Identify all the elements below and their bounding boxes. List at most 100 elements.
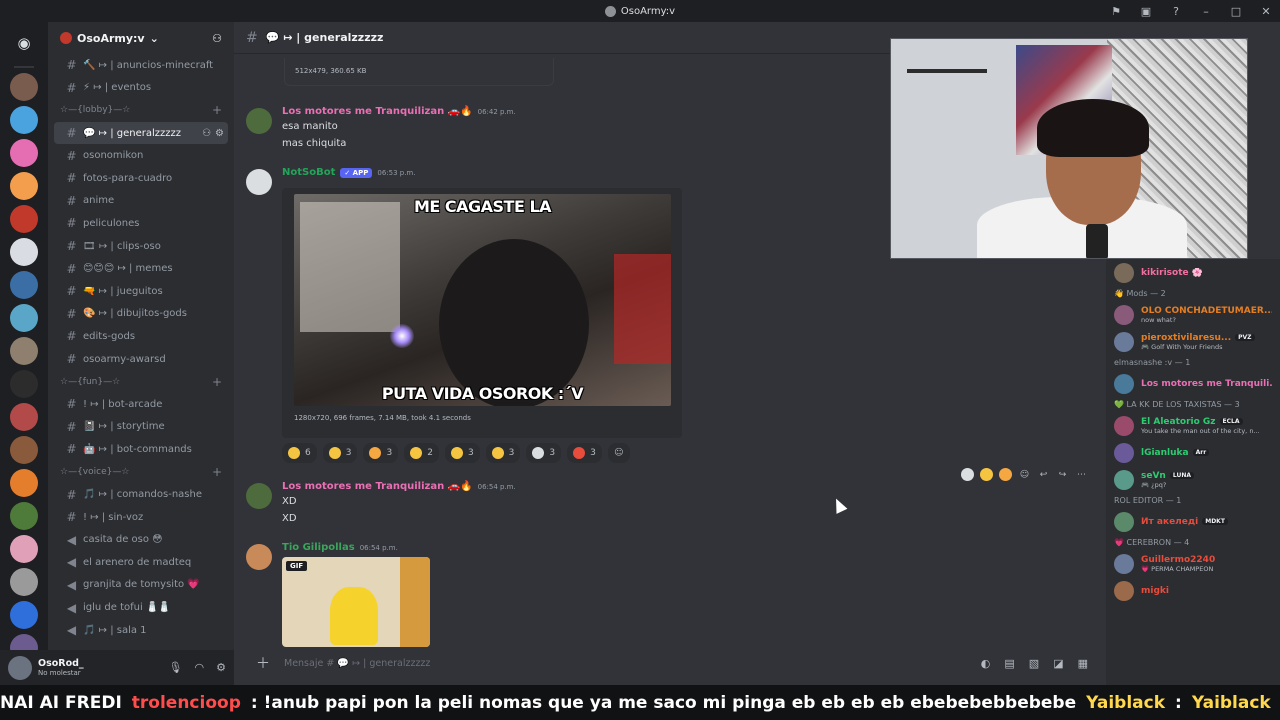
server-icon[interactable] [10,370,38,398]
voice-channel[interactable]: ◀ 🎵 ↦ | sala 1 [54,619,228,642]
sticker-icon[interactable]: ◪ [1053,657,1063,670]
server-icon[interactable] [10,502,38,530]
member-item[interactable]: lGianluka Arr [1106,439,1280,466]
text-channel[interactable]: # 🤖 ↦ | bot-commands [54,438,228,461]
microphone-icon[interactable]: 🎙︎ [169,661,183,674]
add-channel-icon[interactable]: + [212,465,222,479]
text-channel[interactable]: # ⚡ ↦ | eventos [54,77,228,100]
author-avatar[interactable] [246,169,272,195]
hands-reaction-icon[interactable] [999,468,1012,481]
server-icon[interactable] [10,205,38,233]
server-icon[interactable] [10,436,38,464]
server-icon[interactable] [10,106,38,134]
server-icon[interactable] [10,238,38,266]
server-icon[interactable] [10,271,38,299]
reply-icon[interactable]: ↩ [1037,468,1050,481]
guild-header[interactable]: OsoArmy:v ⌄ ⚇ [48,22,234,54]
member-item[interactable]: seVn LUNA 🎮 ¿pq? [1106,466,1280,493]
server-icon[interactable] [10,172,38,200]
discord-home-icon[interactable]: ◉ [9,28,39,58]
text-channel[interactable]: # 🎨 ↦ | dibujitos-gods [54,303,228,326]
close-icon[interactable]: ✕ [1258,3,1274,19]
text-channel[interactable]: # fotos-para-cuadro [54,167,228,190]
author-avatar[interactable] [246,544,272,570]
reaction[interactable]: 6 [282,443,317,463]
add-reaction-icon[interactable]: ☺ [1018,468,1031,481]
channel-category[interactable]: ☆—{fun}—☆ + [48,370,234,393]
skull-reaction-icon[interactable] [961,468,974,481]
laugh-reaction-icon[interactable] [980,468,993,481]
server-icon[interactable] [10,535,38,563]
text-channel[interactable]: # 💬 ↦ | generalzzzzz ⚇ ⚙ [54,121,228,145]
maximize-icon[interactable]: □ [1228,3,1244,19]
activity-icon[interactable]: ◐ [981,657,991,670]
voice-channel[interactable]: ◀ iglu de tofui 🧂🧂 [54,596,228,619]
member-item[interactable]: Los motores me Tranquili... [1106,370,1280,397]
channel-category[interactable]: ☆—{voice}—☆ + [48,461,234,484]
meme-image[interactable]: ME CAGASTE LA PUTA VIDA OSOROK :´V [294,194,671,406]
member-item[interactable]: Ит акеледі MDKT [1106,508,1280,535]
reaction[interactable]: 3 [322,443,358,463]
text-channel[interactable]: # ! ↦ | sin-voz [54,506,228,529]
message-composer[interactable]: ＋ Mensaje # 💬 ↦ | generalzzzzz ◐ ▤ ▧ ◪ ▦ [246,651,1098,675]
author-name[interactable]: Los motores me Tranquilizan 🚗🔥 [282,481,473,492]
voice-channel[interactable]: ◀ granjita de tomysito 💗 [54,574,228,597]
user-avatar[interactable] [8,655,32,680]
server-icon[interactable] [10,568,38,596]
server-icon[interactable] [10,304,38,332]
gear-icon[interactable]: ⚙ [215,128,224,139]
file-attachment[interactable]: 512x479, 360.65 KB [284,58,554,86]
author-name[interactable]: NotSoBot [282,167,335,178]
channel-category[interactable]: ☆—{lobby}—☆ + [48,99,234,122]
member-item[interactable]: Guillermo2240 💗 PERMA CHAMPEON [1106,550,1280,577]
reaction[interactable]: 3 [485,443,521,463]
add-member-icon[interactable]: ⚇ [212,32,222,45]
forward-icon[interactable]: ↪ [1056,468,1069,481]
help-icon[interactable]: ? [1168,3,1184,19]
plus-icon[interactable]: ＋ [256,653,270,673]
server-icon[interactable] [10,403,38,431]
voice-channel[interactable]: ◀ casita de oso 😳 [54,528,228,551]
reaction[interactable]: 3 [363,443,399,463]
server-icon[interactable] [10,73,38,101]
text-channel[interactable]: # 🎵 ↦ | comandos-nashe [54,483,228,506]
reaction[interactable]: 3 [567,443,602,463]
reaction[interactable]: 2 [404,443,439,463]
headphones-icon[interactable]: ◠ [195,661,205,674]
text-channel[interactable]: # 😊😊😊 ↦ | memes [54,257,228,280]
server-icon[interactable] [10,469,38,497]
add-channel-icon[interactable]: + [212,103,222,117]
server-icon[interactable] [10,601,38,629]
composer-input[interactable]: Mensaje # 💬 ↦ | generalzzzzz [284,658,430,669]
reaction[interactable]: 3 [444,443,480,463]
text-channel[interactable]: # anime [54,190,228,213]
server-icon[interactable] [10,139,38,167]
text-channel[interactable]: # 🔨 ↦ | anuncios-minecraft [54,54,228,77]
member-item[interactable]: pieroxtivilaresu... PVZ 🎮 Golf With Your F… [1106,328,1280,355]
author-name[interactable]: Tio Gilipollas [282,542,355,553]
text-channel[interactable]: # peliculones [54,212,228,235]
gif-attachment[interactable]: GIF [282,557,430,647]
text-channel[interactable]: # edits-gods [54,325,228,348]
invite-icon[interactable]: ⚇ [202,128,211,139]
text-channel[interactable]: # 🔫 ↦ | jueguitos [54,280,228,303]
text-channel[interactable]: # ! ↦ | bot-arcade [54,393,228,416]
text-channel[interactable]: # 🎞 ↦ | clips-oso [54,235,228,258]
reaction[interactable]: 3 [526,443,562,463]
member-item[interactable]: migki [1106,577,1280,604]
author-name[interactable]: Los motores me Tranquilizan 🚗🔥 [282,106,473,117]
gear-icon[interactable]: ⚙ [216,661,226,674]
author-avatar[interactable] [246,108,272,134]
minimize-icon[interactable]: – [1198,3,1214,19]
apps-icon[interactable]: ▦ [1078,657,1088,670]
member-item[interactable]: El Aleatorio Gz ECLA You take the man out … [1106,412,1280,439]
add-reaction-icon[interactable]: ☺ [607,443,630,463]
gif-icon[interactable]: ▧ [1029,657,1039,670]
text-channel[interactable]: # 📓 ↦ | storytime [54,416,228,439]
voice-channel[interactable]: ◀ el arenero de madteq [54,551,228,574]
server-icon[interactable] [10,337,38,365]
member-item[interactable]: OLO CONCHADETUMAER... now what? [1106,301,1280,328]
more-icon[interactable]: ⋯ [1075,468,1088,481]
text-channel[interactable]: # osonomikon [54,144,228,167]
text-channel[interactable]: # osoarmy-awarsd [54,348,228,371]
